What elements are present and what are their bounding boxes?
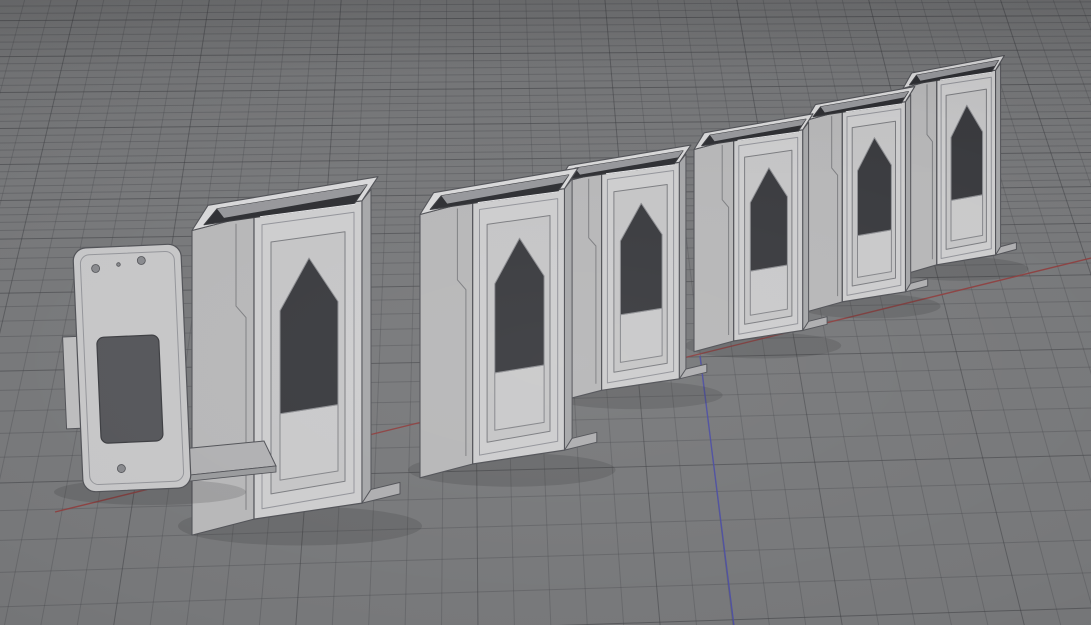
grid-line: [999, 0, 1091, 625]
window-track: [858, 230, 892, 278]
window-track: [750, 265, 787, 315]
grid-line: [1025, 0, 1091, 625]
side-face[interactable]: [420, 201, 473, 478]
grid-line: [0, 608, 1091, 625]
right-edge: [362, 189, 371, 503]
right-edge: [996, 63, 1001, 255]
cad-viewport[interactable]: [0, 0, 1091, 625]
right-edge: [565, 179, 573, 450]
mount-hole[interactable]: [91, 264, 99, 272]
window-track: [951, 195, 983, 241]
grid-line: [0, 22, 1091, 27]
grid-line: [0, 9, 1091, 14]
grid-line: [0, 573, 1091, 607]
window-track: [280, 405, 338, 481]
grid-line: [0, 540, 1091, 573]
grid-line: [0, 29, 1091, 35]
plate-cutout[interactable]: [97, 335, 164, 444]
grid-line: [0, 0, 53, 625]
grid-line: [1077, 0, 1091, 625]
side-face[interactable]: [806, 110, 842, 312]
right-edge: [679, 154, 686, 379]
holder-6[interactable]: [895, 56, 1028, 281]
grid-line: [0, 2, 1091, 6]
window-track: [620, 308, 662, 362]
mount-hole[interactable]: [117, 464, 125, 472]
right-edge: [906, 95, 911, 292]
models-layer: [54, 56, 1028, 546]
grid-line: [0, 0, 26, 625]
side-face[interactable]: [694, 139, 734, 352]
grid-line: [0, 36, 1091, 42]
viewport-canvas[interactable]: [0, 0, 1091, 625]
grid-line: [0, 57, 1091, 64]
window-track: [495, 365, 544, 430]
grid-line: [0, 50, 1091, 57]
mount-hole[interactable]: [117, 263, 121, 267]
right-edge: [803, 122, 809, 330]
mount-hole[interactable]: [137, 256, 145, 264]
grid-line: [0, 43, 1091, 50]
